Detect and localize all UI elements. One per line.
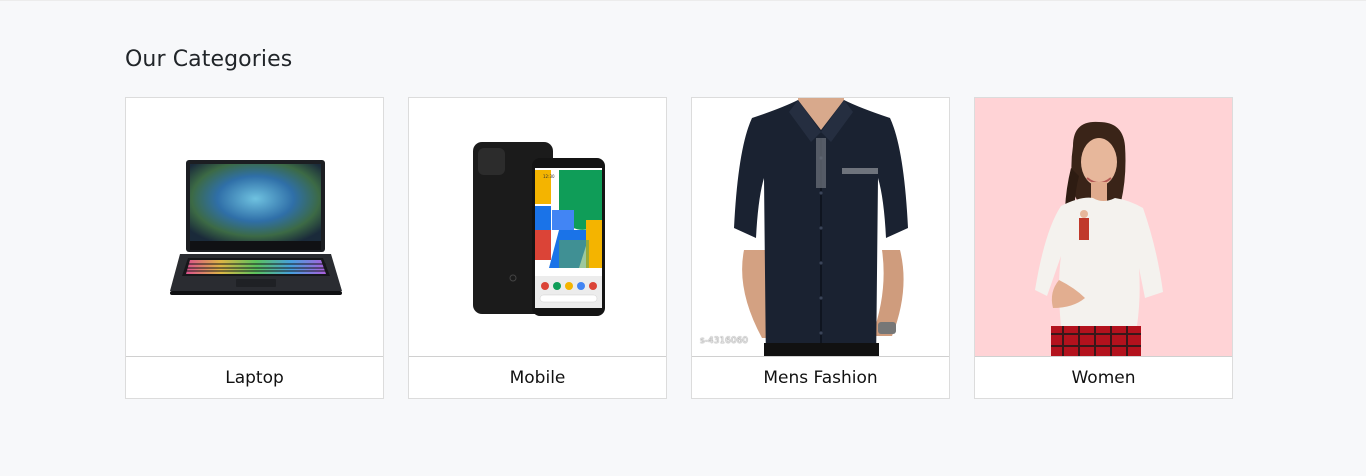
- categories-grid: Laptop 12:30 Mobile s-4316060 Mens Fashi…: [125, 97, 1233, 399]
- category-card-laptop[interactable]: Laptop: [125, 97, 384, 399]
- category-label: Mobile: [509, 367, 566, 388]
- image-watermark: s-4316060: [700, 336, 749, 346]
- categories-section: Our Categories Laptop 12:30 Mobile s-431…: [125, 44, 1241, 399]
- category-card-mens-fashion[interactable]: s-4316060 Mens Fashion: [691, 97, 950, 399]
- womens-top-image[interactable]: [975, 98, 1232, 357]
- category-card-mobile[interactable]: 12:30 Mobile: [408, 97, 667, 399]
- category-label: Mens Fashion: [763, 367, 878, 388]
- laptop-image[interactable]: [126, 98, 383, 357]
- category-label: Laptop: [225, 367, 284, 388]
- top-divider: [0, 0, 1366, 1]
- smartphone-image[interactable]: 12:30: [409, 98, 666, 357]
- svg-text:12:30: 12:30: [543, 174, 555, 179]
- category-label: Women: [1071, 367, 1136, 388]
- section-title: Our Categories: [125, 47, 293, 72]
- mens-shirt-image[interactable]: s-4316060: [692, 98, 949, 357]
- category-card-women[interactable]: Women: [974, 97, 1233, 399]
